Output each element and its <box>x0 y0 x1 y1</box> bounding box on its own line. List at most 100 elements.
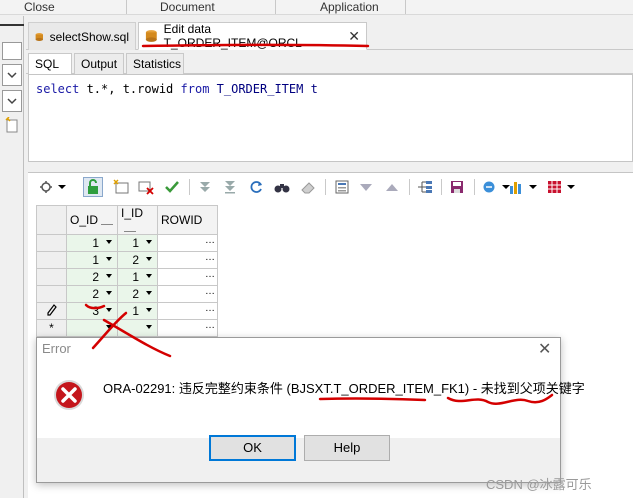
cell-rowid[interactable]: … <box>157 234 218 252</box>
cell-rowid[interactable]: … <box>157 285 218 303</box>
pencil-icon <box>46 303 57 316</box>
cell-rowid[interactable]: … <box>157 268 218 286</box>
cell-rowid[interactable]: … <box>157 251 218 269</box>
side-dropdown-2[interactable] <box>2 90 22 112</box>
document-tab-bar: selectShow.sql Edit data T_ORDER_ITEM@OR… <box>26 18 633 50</box>
refresh-icon <box>250 181 262 193</box>
export-button[interactable] <box>481 177 511 197</box>
splitter[interactable] <box>28 162 633 172</box>
table-row-new[interactable]: * … <box>36 319 218 337</box>
sql-editor[interactable]: select t.*, t.rowid from T_ORDER_ITEM t <box>28 74 633 162</box>
cell-o-id[interactable]: 3 <box>66 302 118 320</box>
cell-o-id[interactable]: 2 <box>66 285 118 303</box>
watermark: CSDN @冰露可乐 <box>486 477 592 492</box>
tab-sql[interactable]: SQL <box>28 53 72 75</box>
row-selector[interactable] <box>36 302 67 320</box>
error-icon <box>54 380 84 410</box>
error-message: ORA-02291: 违反完整约束条件 (BJSXT.T_ORDER_ITEM_… <box>103 381 585 396</box>
query-by-example-button[interactable] <box>332 177 352 197</box>
column-header-o-id[interactable]: O_ID <box>66 205 118 235</box>
find-button[interactable] <box>272 177 292 197</box>
sort-up-button[interactable] <box>382 177 402 197</box>
close-icon[interactable]: ✕ <box>348 28 360 45</box>
cell-o-id[interactable]: 2 <box>66 268 118 286</box>
row-selector[interactable] <box>36 251 67 269</box>
delete-record-icon <box>138 181 154 195</box>
cell-i-id[interactable]: 1 <box>117 302 158 320</box>
help-button[interactable]: Help <box>304 435 390 461</box>
editor-subtab-bar: SQL Output Statistics <box>26 52 633 75</box>
eraser-icon <box>301 182 315 194</box>
row-header-corner <box>36 205 67 235</box>
grid-layout-button[interactable] <box>546 177 576 197</box>
grid-table-icon <box>548 181 575 193</box>
page-down-icon <box>200 182 210 192</box>
next-page-button[interactable] <box>195 177 215 197</box>
cell-o-id[interactable]: 1 <box>66 234 118 252</box>
new-document-icon[interactable] <box>5 117 19 133</box>
column-settings-button[interactable] <box>38 177 68 197</box>
cell-rowid[interactable]: … <box>157 319 218 337</box>
database-icon <box>35 32 43 41</box>
insert-record-icon <box>113 179 129 194</box>
tab-edit-data[interactable]: Edit data T_ORDER_ITEM@ORCL ✕ <box>138 22 367 50</box>
tab-label: Edit data T_ORDER_ITEM@ORCL <box>163 22 302 50</box>
tree-view-icon <box>418 181 432 193</box>
ribbon-group-labels: Close Document Application <box>0 0 633 15</box>
table-row[interactable]: 1 2 … <box>36 251 218 269</box>
sort-down-button[interactable] <box>356 177 376 197</box>
table-view-icon <box>335 180 349 194</box>
record-view-button[interactable] <box>415 177 435 197</box>
save-button[interactable] <box>447 177 467 197</box>
data-grid-toolbar <box>28 174 633 200</box>
side-dropdown-1[interactable] <box>2 64 22 86</box>
cell-i-id[interactable]: 2 <box>117 251 158 269</box>
left-side-panel <box>0 16 24 498</box>
row-selector[interactable] <box>36 268 67 286</box>
cell-i-id[interactable]: 2 <box>117 285 158 303</box>
ribbon-group-document: Document <box>160 0 215 14</box>
cell-i-id[interactable] <box>117 319 158 337</box>
ribbon-group-application: Application <box>320 0 379 14</box>
data-grid: O_ID I_ID ROWID 1 1 … 1 2 … 2 1 … 2 2 … <box>36 205 218 337</box>
floppy-disk-icon <box>451 181 463 193</box>
tab-selectshow-sql[interactable]: selectShow.sql <box>28 22 136 50</box>
row-selector-new[interactable]: * <box>36 319 67 337</box>
last-page-button[interactable] <box>220 177 240 197</box>
dialog-title: Error <box>42 341 71 356</box>
settings-dropdown-icon <box>40 181 66 193</box>
table-row[interactable]: 2 1 … <box>36 268 218 286</box>
post-changes-button[interactable] <box>162 177 182 197</box>
ok-button[interactable]: OK <box>209 435 296 461</box>
fetch-last-icon <box>225 181 235 194</box>
binoculars-icon <box>274 184 290 193</box>
table-row-editing[interactable]: 3 1 … <box>36 302 218 320</box>
column-header-i-id[interactable]: I_ID <box>117 205 158 235</box>
cell-o-id[interactable]: 1 <box>66 251 118 269</box>
chevron-down-icon <box>7 72 17 79</box>
cell-i-id[interactable]: 1 <box>117 234 158 252</box>
row-selector[interactable] <box>36 285 67 303</box>
table-row[interactable]: 2 2 … <box>36 285 218 303</box>
padlock-open-icon <box>88 179 98 194</box>
table-row[interactable]: 1 1 … <box>36 234 218 252</box>
dialog-body <box>37 363 560 438</box>
tab-statistics[interactable]: Statistics <box>126 53 184 74</box>
tab-output[interactable]: Output <box>74 53 124 74</box>
insert-record-button[interactable] <box>111 177 131 197</box>
side-button-1[interactable] <box>2 42 22 60</box>
grid-header-row: O_ID I_ID ROWID <box>36 205 218 235</box>
close-icon[interactable]: ✕ <box>538 339 551 359</box>
refresh-button[interactable] <box>247 177 267 197</box>
unlock-edit-button[interactable] <box>83 177 103 197</box>
cell-o-id[interactable] <box>66 319 118 337</box>
export-dropdown-icon <box>483 181 510 193</box>
column-header-rowid[interactable]: ROWID <box>157 205 218 235</box>
clear-button[interactable] <box>298 177 318 197</box>
cell-rowid[interactable]: … <box>157 302 218 320</box>
delete-record-button[interactable] <box>136 177 156 197</box>
cell-i-id[interactable]: 1 <box>117 268 158 286</box>
row-selector[interactable] <box>36 234 67 252</box>
chart-button[interactable] <box>508 177 538 197</box>
sql-text: select t.*, t.rowid from T_ORDER_ITEM t <box>36 82 318 96</box>
